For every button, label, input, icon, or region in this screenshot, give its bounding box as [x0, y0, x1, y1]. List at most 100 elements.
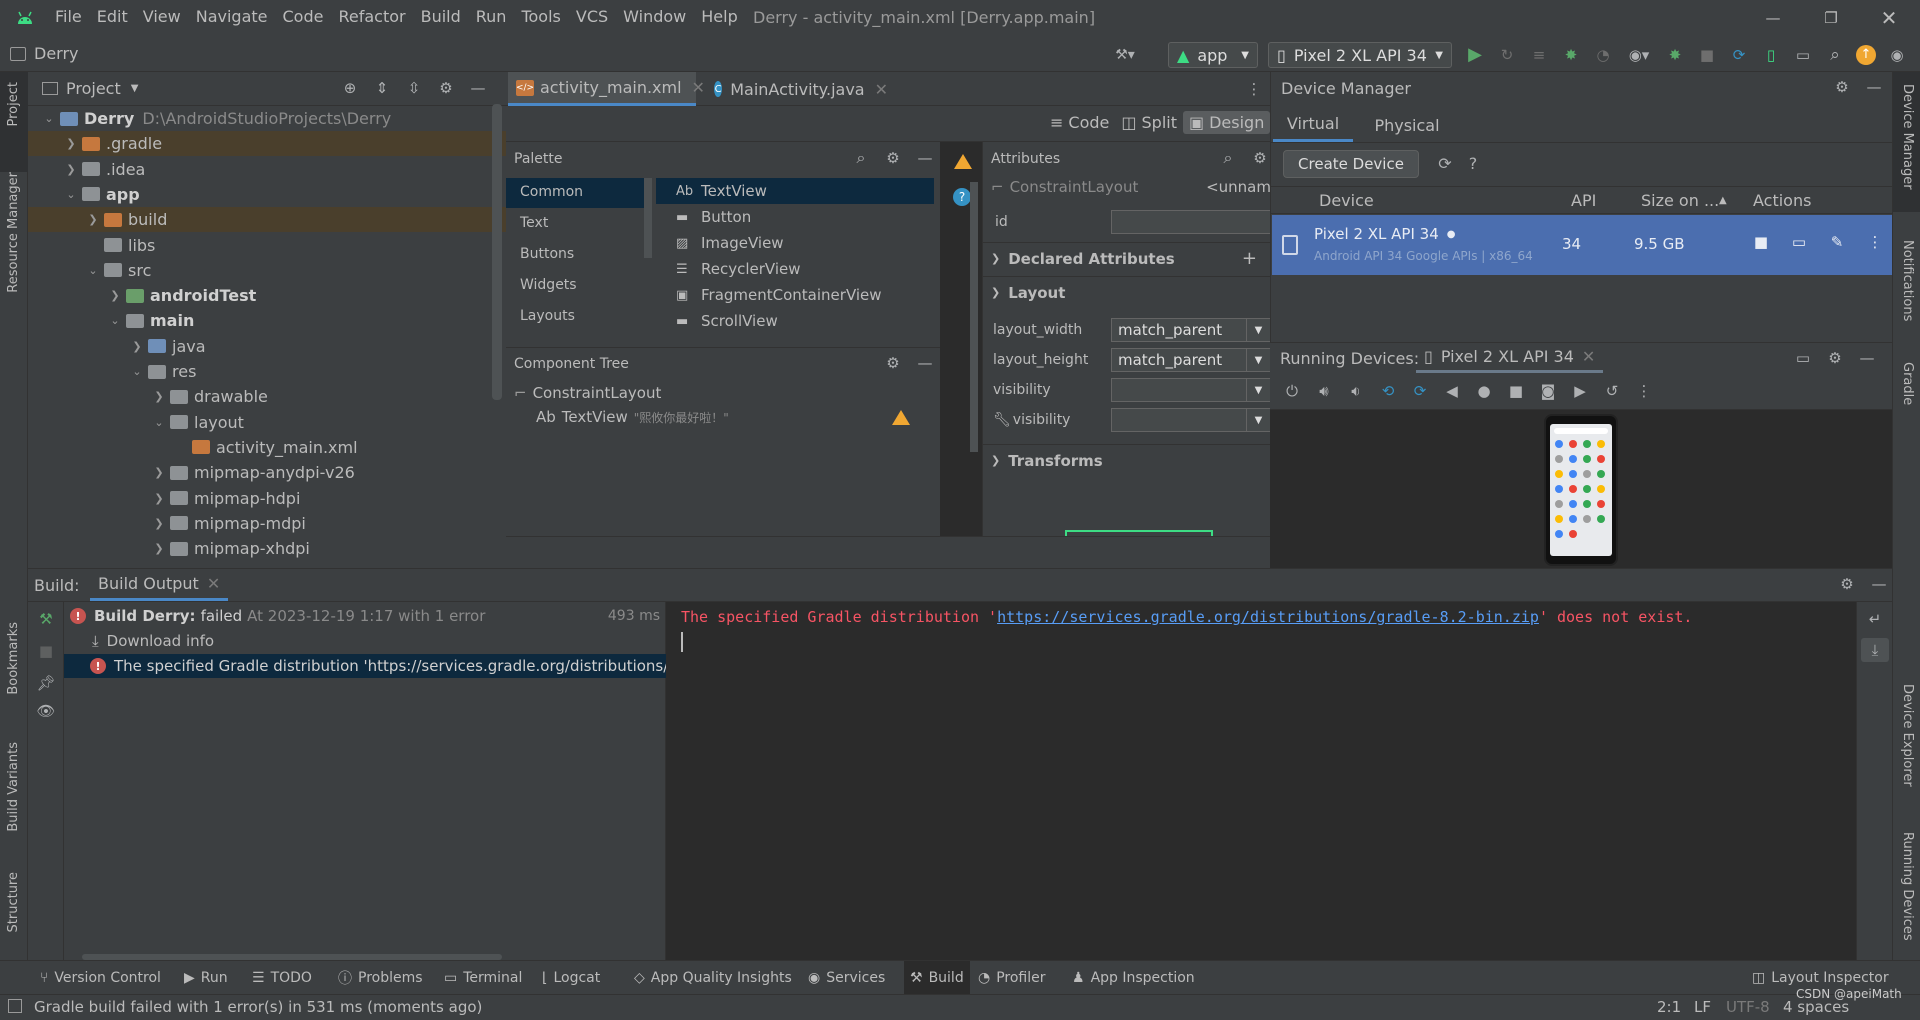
tree-item[interactable]: ❯ drawable	[28, 384, 506, 409]
account-icon[interactable]: ◉	[1886, 46, 1908, 64]
app-icon[interactable]	[1555, 530, 1563, 538]
search-icon[interactable]: ⌕	[852, 148, 870, 168]
sync-gradle-icon[interactable]: ⟳	[1728, 46, 1750, 64]
tool-window-bookmarks[interactable]: Bookmarks	[6, 622, 21, 695]
project-breadcrumb[interactable]: Derry	[10, 44, 79, 63]
hammer-icon[interactable]: ⚒	[36, 610, 56, 628]
gear-icon[interactable]: ⚙	[1838, 575, 1856, 593]
column-size[interactable]: Size on ...	[1641, 191, 1719, 210]
chevron-down-icon[interactable]: ⌄	[86, 264, 100, 277]
tree-item[interactable]: ❯ .gradle	[28, 131, 506, 157]
app-icon[interactable]	[1597, 440, 1605, 448]
tree-item[interactable]: ❯ build	[28, 207, 506, 233]
app-icon[interactable]	[1569, 440, 1577, 448]
tree-item[interactable]: ⌄ main	[28, 308, 506, 333]
app-icon[interactable]	[1569, 515, 1577, 523]
bottom-tool-profiler[interactable]: ◔ Profiler	[978, 961, 1046, 995]
phone-screen[interactable]	[1550, 424, 1612, 556]
back-icon[interactable]: ◀	[1442, 382, 1462, 400]
palette-category-text[interactable]: Text	[506, 209, 644, 239]
hide-icon[interactable]: —	[468, 79, 488, 97]
tool-window-running-devices[interactable]: Running Devices	[1900, 832, 1915, 941]
app-icon[interactable]	[1597, 470, 1605, 478]
app-icon[interactable]	[1597, 455, 1605, 463]
palette-category-buttons[interactable]: Buttons	[506, 240, 644, 270]
gear-icon[interactable]: ⚙	[1833, 78, 1851, 96]
menu-edit[interactable]: Edit	[97, 7, 128, 26]
tree-item[interactable]: ⌄ res	[28, 359, 506, 384]
gear-icon[interactable]: ⚙	[1826, 349, 1844, 367]
eye-icon[interactable]: 👁︎	[36, 702, 56, 720]
download-info-row[interactable]: ⤓ Download info	[92, 629, 214, 653]
screenshot-icon[interactable]: ◙	[1538, 382, 1558, 400]
close-tab-icon[interactable]: ✕	[692, 78, 705, 97]
app-icon[interactable]	[1555, 485, 1563, 493]
chevron-right-icon[interactable]: ❯	[152, 492, 166, 505]
chevron-right-icon[interactable]: ❯	[64, 137, 78, 150]
menu-view[interactable]: View	[143, 7, 181, 26]
chevron-down-icon[interactable]: ⌄	[108, 314, 122, 327]
menu-navigate[interactable]: Navigate	[196, 7, 268, 26]
attribute-dropdown[interactable]: match_parent ▼	[1111, 318, 1271, 342]
tab-activity-main[interactable]: </> activity_main.xml ✕	[508, 72, 705, 106]
tool-window-device-explorer[interactable]: Device Explorer	[1900, 684, 1915, 787]
bottom-tool-version-control[interactable]: ⑂ Version Control	[40, 961, 161, 995]
sdk-manager-icon[interactable]: ▭	[1792, 46, 1814, 64]
tree-item[interactable]: ❯ .idea	[28, 157, 506, 182]
app-icon[interactable]	[1597, 485, 1605, 493]
gear-icon[interactable]: ⚙	[884, 354, 902, 372]
file-encoding[interactable]: UTF-8	[1726, 998, 1770, 1016]
tree-item[interactable]: ⌄ app	[28, 182, 506, 207]
menu-build[interactable]: Build	[421, 7, 461, 26]
status-message[interactable]: Gradle build failed with 1 error(s) in 5…	[34, 998, 482, 1016]
search-icon[interactable]: ⌕	[1824, 45, 1846, 65]
menu-vcs[interactable]: VCS	[576, 7, 608, 26]
snapshot-icon[interactable]: ↺	[1602, 382, 1622, 400]
chevron-right-icon[interactable]: ❯	[152, 466, 166, 479]
tab-physical[interactable]: Physical	[1367, 108, 1447, 142]
create-device-button[interactable]: Create Device	[1283, 150, 1419, 178]
close-tab-icon[interactable]: ✕	[207, 574, 220, 593]
chevron-down-icon[interactable]: ▼	[1246, 349, 1270, 371]
gear-icon[interactable]: ⚙	[1251, 149, 1269, 167]
chevron-down-icon[interactable]: ⌄	[64, 188, 78, 201]
stop-icon[interactable]: ■	[36, 642, 56, 660]
palette-item[interactable]: ▨ ImageView	[656, 230, 934, 256]
rerun-icon[interactable]: ↻	[1496, 46, 1518, 64]
app-icon[interactable]	[1569, 500, 1577, 508]
menu-help[interactable]: Help	[701, 7, 737, 26]
chevron-right-icon[interactable]: ❯	[64, 163, 78, 176]
tool-window-build-variants[interactable]: Build Variants	[6, 742, 21, 832]
close-tab-icon[interactable]: ✕	[1582, 347, 1595, 366]
build-result-row[interactable]: ! Build Derry: failed At 2023-12-19 1:17…	[70, 604, 666, 628]
gradle-error-row[interactable]: ! The specified Gradle distribution 'htt…	[64, 654, 666, 678]
help-icon[interactable]: ?	[953, 188, 971, 206]
running-device-tab[interactable]: ▯ Pixel 2 XL API 34 ✕	[1416, 343, 1604, 373]
chevron-right-icon[interactable]: ❯	[86, 213, 100, 226]
tree-item[interactable]: ❯ mipmap-mdpi	[28, 511, 506, 536]
bottom-tool-app-inspection[interactable]: ♟ App Inspection	[1072, 961, 1195, 995]
design-mode-button[interactable]: ▣ Design	[1182, 111, 1271, 134]
palette-item[interactable]: Ab TextView	[656, 178, 934, 204]
tool-window-structure[interactable]: Structure	[6, 872, 21, 932]
rotate-right-icon[interactable]: ⟳	[1410, 382, 1430, 400]
bottom-tool-todo[interactable]: ☰ TODO	[252, 961, 312, 995]
hide-icon[interactable]: —	[1865, 78, 1883, 96]
menu-tools[interactable]: Tools	[521, 7, 560, 26]
tree-item[interactable]: ❯ mipmap-hdpi	[28, 486, 506, 511]
add-attribute-icon[interactable]: +	[1242, 248, 1257, 269]
soft-wrap-icon[interactable]: ↵	[1865, 610, 1885, 628]
hide-icon[interactable]: —	[1858, 349, 1876, 367]
tree-item[interactable]: ❯ mipmap-xhdpi	[28, 536, 506, 561]
id-input[interactable]	[1111, 210, 1271, 234]
overview-icon[interactable]: ■	[1506, 382, 1526, 400]
chevron-down-icon[interactable]: ▼	[1246, 409, 1270, 431]
app-icon[interactable]	[1569, 485, 1577, 493]
chevron-down-icon[interactable]: ▼	[1246, 379, 1270, 401]
chevron-down-icon[interactable]: ⌄	[130, 365, 144, 378]
bottom-tool-logcat[interactable]: ⌊ Logcat	[542, 961, 600, 995]
hide-icon[interactable]: —	[916, 149, 934, 167]
palette-category-widgets[interactable]: Widgets	[506, 271, 644, 301]
run-icon[interactable]: ▶	[1464, 44, 1486, 65]
menu-refactor[interactable]: Refactor	[338, 7, 405, 26]
